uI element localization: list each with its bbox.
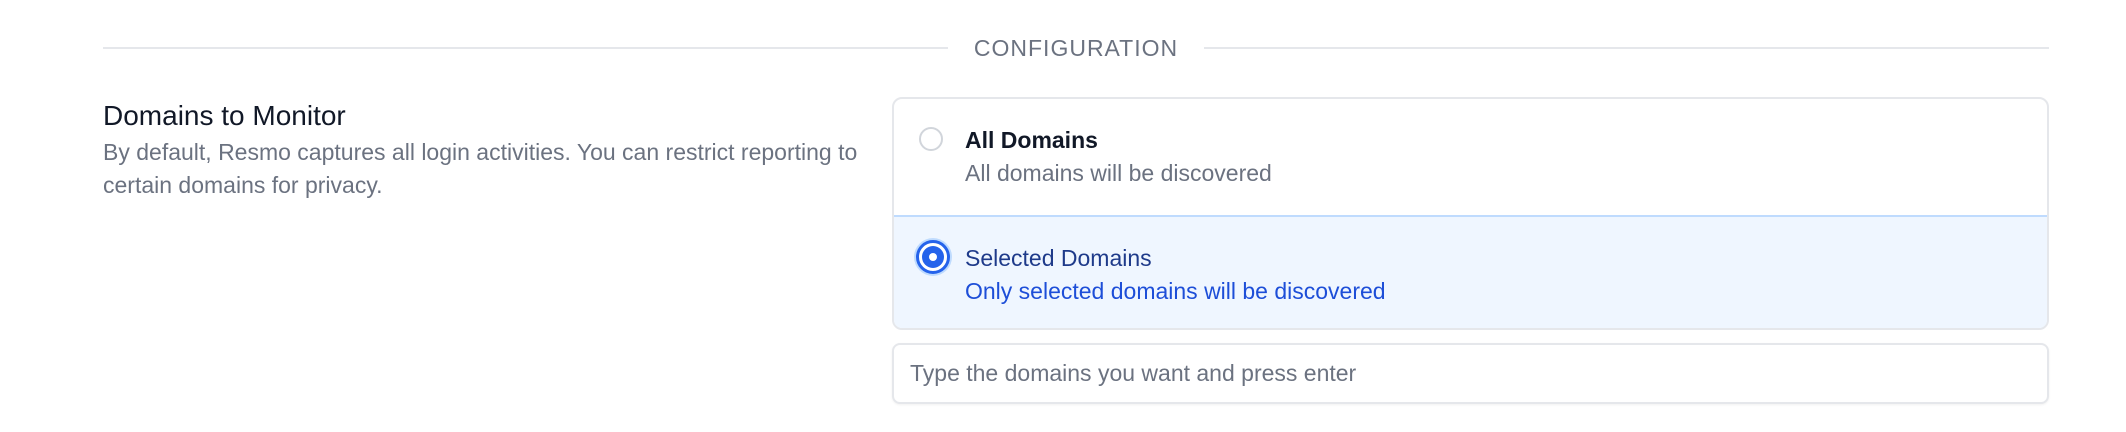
radio-option-label: All Domains	[965, 127, 1098, 153]
domain-input[interactable]	[892, 343, 2049, 404]
radio-option-text: All Domains All domains will be discover…	[965, 125, 1272, 189]
field-title: Domains to Monitor	[103, 100, 346, 131]
radio-option-label: Selected Domains	[965, 245, 1152, 271]
field-description: By default, Resmo captures all login act…	[103, 139, 858, 198]
section-divider: CONFIGURATION	[103, 30, 2050, 66]
radio-option-text: Selected Domains Only selected domains w…	[965, 243, 1386, 307]
radio-option-all-domains[interactable]: All Domains All domains will be discover…	[894, 99, 2047, 215]
radio-option-description: Only selected domains will be discovered	[965, 278, 1386, 304]
radio-option-selected-domains[interactable]: Selected Domains Only selected domains w…	[894, 215, 2047, 328]
section-title: CONFIGURATION	[973, 34, 1179, 61]
divider-line-right	[1204, 47, 2050, 49]
field-info: Domains to Monitor By default, Resmo cap…	[103, 98, 883, 202]
domain-radio-group: All Domains All domains will be discover…	[892, 97, 2049, 330]
radio-option-description: All domains will be discovered	[965, 160, 1272, 186]
radio-button-selected-icon[interactable]	[916, 240, 950, 274]
divider-line-left	[103, 47, 948, 49]
radio-button-icon[interactable]	[919, 127, 943, 151]
